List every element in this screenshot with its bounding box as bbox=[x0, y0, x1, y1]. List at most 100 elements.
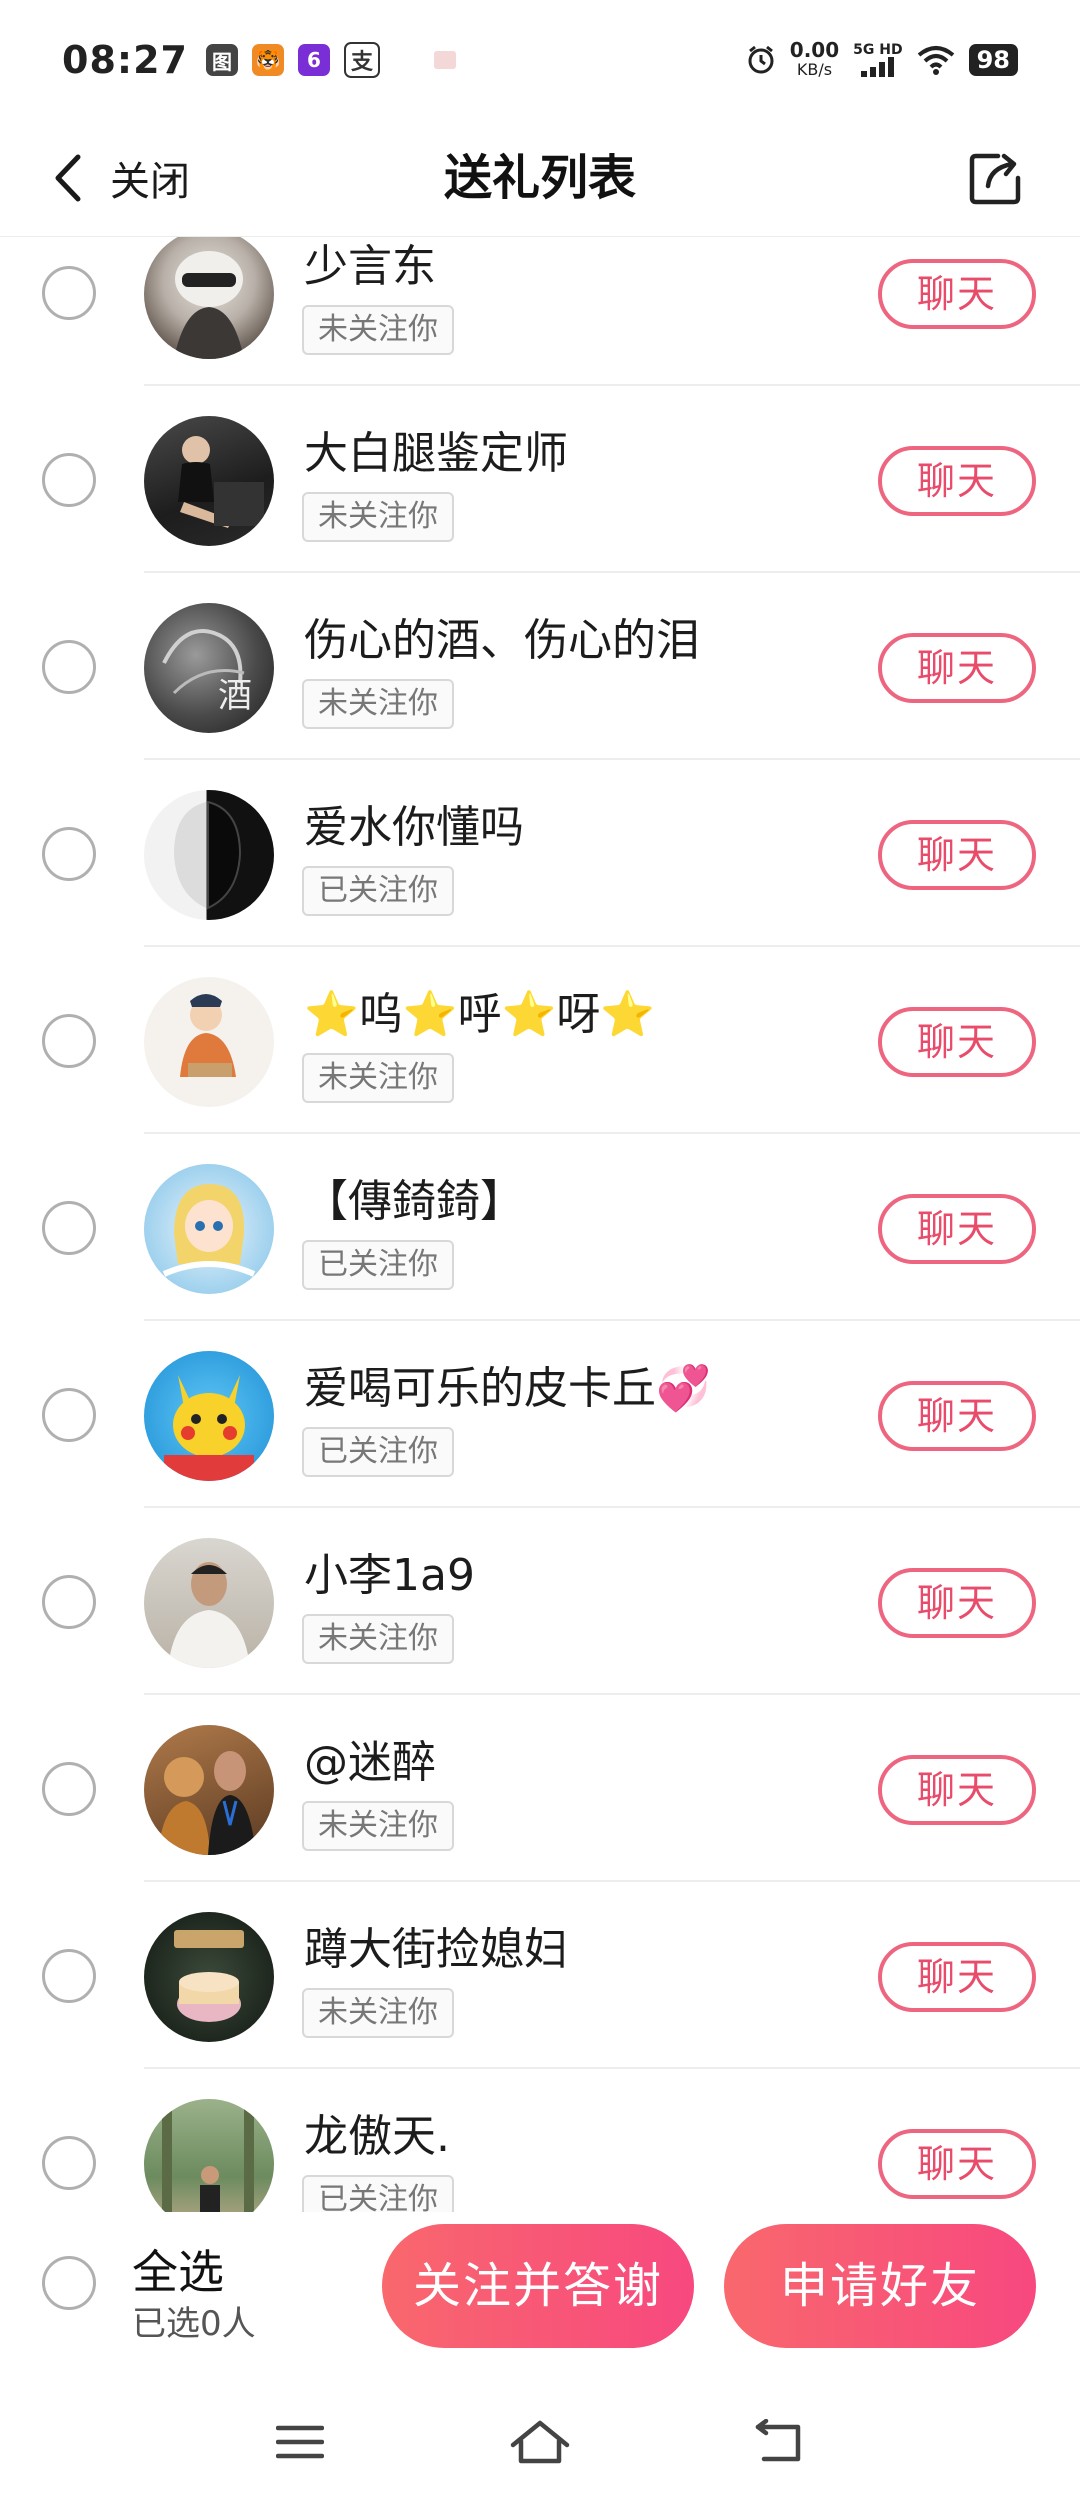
avatar-art bbox=[162, 2099, 254, 2212]
avatar[interactable] bbox=[144, 2099, 274, 2212]
list-item[interactable]: 【傳錡錡】 已关注你 聊天 bbox=[0, 1134, 1080, 1321]
avatar-art bbox=[162, 1184, 256, 1277]
select-all-label[interactable]: 全选 bbox=[132, 2236, 224, 2302]
back-chevron-icon bbox=[55, 154, 81, 202]
back-icon bbox=[755, 2419, 801, 2462]
follow-status-tag: 已关注你 bbox=[302, 1240, 454, 1290]
avatar[interactable] bbox=[144, 1538, 274, 1668]
follow-status-tag: 未关注你 bbox=[302, 1614, 454, 1664]
select-radio[interactable] bbox=[42, 1014, 96, 1068]
avatar[interactable] bbox=[144, 1725, 274, 1855]
chat-button[interactable]: 聊天 bbox=[878, 259, 1036, 329]
home-button[interactable] bbox=[495, 2402, 585, 2482]
avatar[interactable]: 酒 bbox=[144, 603, 274, 733]
list-item[interactable]: @迷醉 未关注你 聊天 bbox=[0, 1695, 1080, 1882]
signal-label: 5G HD bbox=[853, 42, 903, 58]
select-radio[interactable] bbox=[42, 266, 96, 320]
follow-status-tag: 已关注你 bbox=[302, 2175, 454, 2212]
share-icon bbox=[969, 153, 1021, 205]
header: 送礼列表 关闭 bbox=[0, 120, 1080, 237]
avatar[interactable] bbox=[144, 977, 274, 1107]
user-nickname: 蹲大街捡媳妇 bbox=[304, 1924, 568, 1975]
chat-button[interactable]: 聊天 bbox=[878, 1942, 1036, 2012]
user-nickname: @迷醉 bbox=[304, 1737, 436, 1788]
chat-button[interactable]: 聊天 bbox=[878, 1007, 1036, 1077]
avatar[interactable] bbox=[144, 1912, 274, 2042]
list-item[interactable]: 蹲大街捡媳妇 未关注你 聊天 bbox=[0, 1882, 1080, 2069]
list-item[interactable]: 大白腿鉴定师 未关注你 聊天 bbox=[0, 386, 1080, 573]
avatar[interactable] bbox=[144, 416, 274, 546]
system-nav-bar bbox=[0, 2362, 1080, 2520]
list-item[interactable]: ⭐呜⭐呼⭐呀⭐ 未关注你 聊天 bbox=[0, 947, 1080, 1134]
chat-button[interactable]: 聊天 bbox=[878, 1568, 1036, 1638]
app-notification-icon: 🐯 bbox=[251, 44, 284, 76]
select-radio[interactable] bbox=[42, 2136, 96, 2190]
list-item[interactable]: 酒 伤心的酒、伤心的泪 未关注你 聊天 bbox=[0, 573, 1080, 760]
gift-user-list[interactable]: 少言东 未关注你 聊天 大白腿鉴定师 未关注你 聊天 酒 伤心的酒、伤心的泪 未… bbox=[0, 237, 1080, 2212]
user-nickname: 大白腿鉴定师 bbox=[304, 428, 568, 479]
home-icon bbox=[510, 2420, 570, 2464]
chat-button[interactable]: 聊天 bbox=[878, 820, 1036, 890]
avatar[interactable] bbox=[144, 237, 274, 359]
follow-and-thank-button[interactable]: 关注并答谢 bbox=[382, 2224, 694, 2348]
net-speed: 0.00 KB/s bbox=[790, 40, 839, 80]
avatar[interactable] bbox=[144, 1164, 274, 1294]
follow-status-tag: 未关注你 bbox=[302, 1053, 454, 1103]
select-radio[interactable] bbox=[42, 1949, 96, 2003]
list-item[interactable]: 龙傲天. 已关注你 聊天 bbox=[0, 2069, 1080, 2212]
user-nickname: 爱水你懂吗 bbox=[304, 802, 524, 853]
select-radio[interactable] bbox=[42, 1201, 96, 1255]
close-button[interactable]: 关闭 bbox=[50, 142, 190, 214]
close-label: 关闭 bbox=[110, 159, 190, 205]
add-friend-button[interactable]: 申请好友 bbox=[724, 2224, 1036, 2348]
avatar[interactable] bbox=[144, 790, 274, 920]
list-item[interactable]: 小李1a9 未关注你 聊天 bbox=[0, 1508, 1080, 1695]
user-nickname: 龙傲天. bbox=[304, 2111, 450, 2162]
list-item[interactable]: 少言东 未关注你 聊天 bbox=[0, 237, 1080, 386]
select-all-radio[interactable] bbox=[42, 2256, 96, 2310]
chat-button[interactable]: 聊天 bbox=[878, 633, 1036, 703]
avatar-art bbox=[180, 994, 236, 1077]
select-radio[interactable] bbox=[42, 1575, 96, 1629]
follow-status-tag: 未关注你 bbox=[302, 305, 454, 355]
recent-apps-button[interactable] bbox=[255, 2402, 345, 2482]
select-radio[interactable] bbox=[42, 453, 96, 507]
chat-button[interactable]: 聊天 bbox=[878, 1194, 1036, 1264]
chat-button[interactable]: 聊天 bbox=[878, 2129, 1036, 2199]
user-nickname: 小李1a9 bbox=[304, 1550, 475, 1601]
user-nickname: 少言东 bbox=[304, 241, 436, 292]
back-button[interactable] bbox=[735, 2402, 825, 2482]
net-speed-value: 0.00 bbox=[789, 38, 840, 62]
avatar-art bbox=[178, 436, 264, 528]
list-item[interactable]: 爱水你懂吗 已关注你 聊天 bbox=[0, 760, 1080, 947]
avatar[interactable] bbox=[144, 1351, 274, 1481]
select-radio[interactable] bbox=[42, 1762, 96, 1816]
share-button[interactable] bbox=[956, 138, 1036, 218]
app-notification-icon: 图 bbox=[205, 44, 238, 76]
avatar-art bbox=[174, 1930, 244, 2022]
avatar-art bbox=[158, 1751, 256, 1855]
chat-button[interactable]: 聊天 bbox=[878, 446, 1036, 516]
select-radio[interactable] bbox=[42, 827, 96, 881]
chat-button[interactable]: 聊天 bbox=[878, 1755, 1036, 1825]
app-notification-icon: 支 bbox=[343, 42, 380, 78]
svg-text:酒: 酒 bbox=[218, 676, 252, 716]
user-nickname: ⭐呜⭐呼⭐呀⭐ bbox=[304, 989, 656, 1040]
select-radio[interactable] bbox=[42, 640, 96, 694]
status-indicators: 0.00 KB/s 5G HD 98 bbox=[746, 40, 1018, 80]
wifi-icon bbox=[917, 46, 954, 75]
battery-indicator: 98 bbox=[968, 44, 1018, 76]
avatar-art bbox=[168, 1562, 250, 1668]
avatar-art: 酒 bbox=[162, 629, 252, 716]
list-item[interactable]: 爱喝可乐的皮卡丘💞 已关注你 聊天 bbox=[0, 1321, 1080, 1508]
user-nickname: 【傳錡錡】 bbox=[304, 1176, 524, 1227]
alarm-icon bbox=[748, 45, 774, 74]
select-radio[interactable] bbox=[42, 1388, 96, 1442]
follow-status-tag: 未关注你 bbox=[302, 492, 454, 542]
app-notification-icon: 6 bbox=[297, 44, 330, 76]
avatar-art bbox=[164, 1375, 254, 1481]
menu-icon bbox=[276, 2425, 324, 2459]
signal-icon bbox=[860, 57, 894, 77]
chat-button[interactable]: 聊天 bbox=[878, 1381, 1036, 1451]
avatar-art bbox=[174, 800, 242, 910]
